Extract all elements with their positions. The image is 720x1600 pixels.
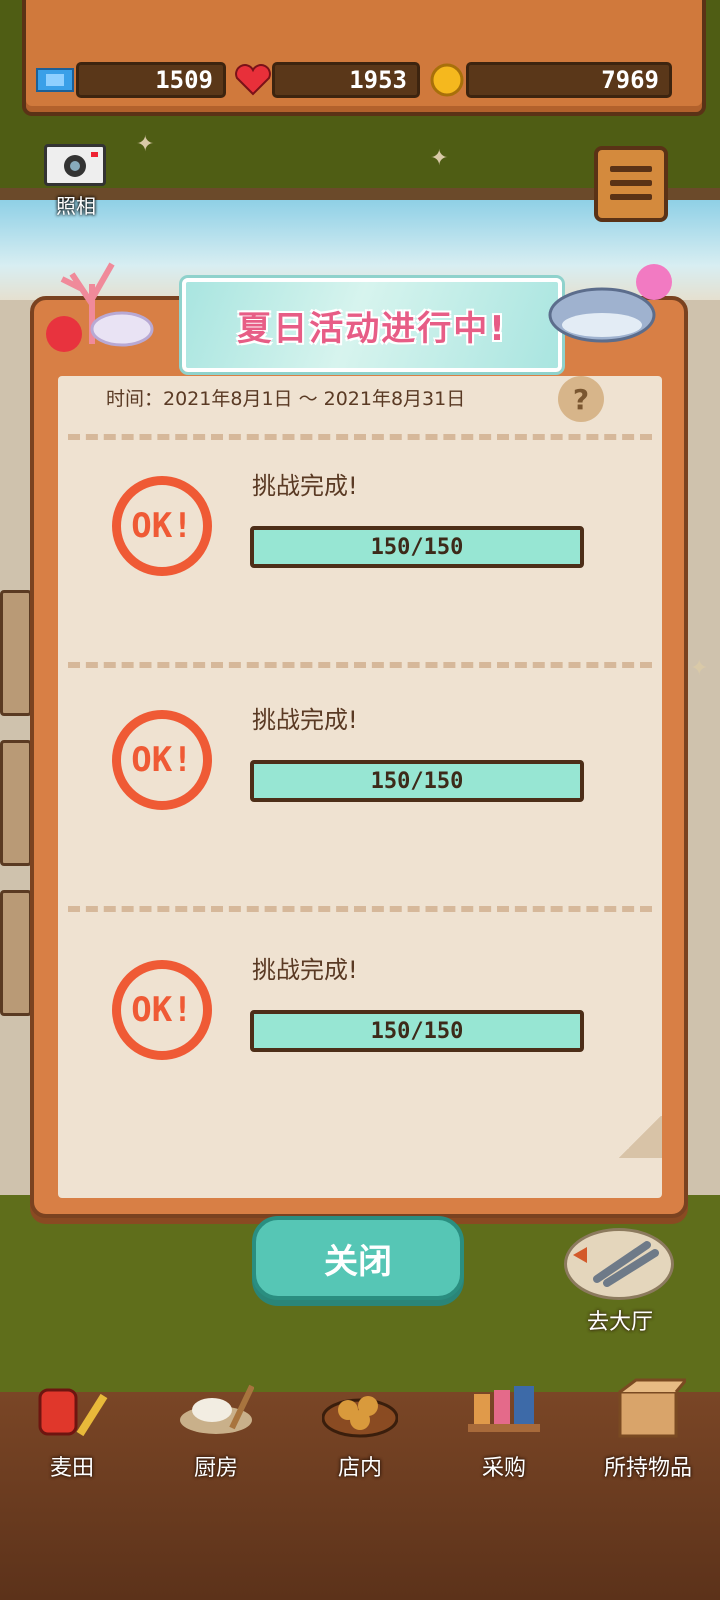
resource-bar <box>22 0 706 116</box>
divider <box>68 906 652 912</box>
ok-stamp-icon: OK! <box>112 476 212 576</box>
bottom-navigation: 麦田 厨房 店内 采购 所持物品 <box>0 1378 720 1600</box>
challenge-label: 挑战完成! <box>252 472 358 500</box>
box-icon <box>610 1376 690 1440</box>
dough-icon <box>178 1376 255 1440</box>
shop-shelf-icon <box>466 1376 542 1440</box>
coin-icon <box>428 63 466 97</box>
divider <box>68 662 652 668</box>
tongs-icon <box>564 1228 674 1300</box>
nav-item-wheat-field[interactable]: 麦田 <box>0 1388 144 1512</box>
coral-shell-decoration-icon <box>42 244 162 354</box>
camera-icon <box>44 144 106 186</box>
heart-icon <box>234 64 272 96</box>
nav-label: 厨房 <box>193 1456 238 1481</box>
go-to-hall-label: 去大厅 <box>586 1310 653 1335</box>
nav-label: 店内 <box>337 1456 382 1481</box>
heart-count: 1953 <box>272 62 420 98</box>
coin-count: 7969 <box>466 62 672 98</box>
sparkle-icon: ✦ <box>690 656 709 681</box>
ok-stamp-icon: OK! <box>112 960 212 1060</box>
paper-fold <box>618 1116 662 1158</box>
sparkle-icon: ✦ <box>136 132 155 157</box>
challenge-progress: 150/150 <box>250 760 584 802</box>
wheat-sack-icon <box>34 1376 110 1440</box>
sparkle-icon: ✦ <box>430 146 449 171</box>
menu-icon <box>610 166 652 172</box>
nav-label: 所持物品 <box>603 1456 692 1481</box>
nav-label: 麦田 <box>49 1456 94 1481</box>
event-title: 夏日活动进行中! <box>237 308 507 349</box>
close-button[interactable]: 关闭 <box>252 1216 464 1300</box>
divider <box>68 434 652 440</box>
bread-tray-icon <box>321 1376 399 1440</box>
help-button[interactable]: ? <box>558 376 604 422</box>
shop-shelf <box>0 590 32 716</box>
go-to-hall-button[interactable]: 去大厅 <box>560 1228 680 1338</box>
challenge-label: 挑战完成! <box>252 956 358 984</box>
nav-item-kitchen[interactable]: 厨房 <box>144 1384 288 1512</box>
event-paper: 时间：2021年8月1日 ～ 2021年8月31日 ? OK! 挑战完成! 15… <box>58 376 662 1198</box>
event-date: 时间：2021年8月1日 ～ 2021年8月31日 <box>106 388 466 410</box>
challenge-row: OK! 挑战完成! 150/150 <box>58 930 662 1160</box>
challenge-row: OK! 挑战完成! 150/150 <box>58 680 662 910</box>
challenge-progress: 150/150 <box>250 526 584 568</box>
camera-label: 照相 <box>56 194 96 218</box>
shop-shelf <box>0 740 32 866</box>
challenge-label: 挑战完成! <box>252 706 358 734</box>
nav-item-inventory[interactable]: 所持物品 <box>576 1378 720 1512</box>
menu-button[interactable] <box>594 146 668 222</box>
whale-decoration-icon <box>542 260 682 350</box>
camera-button[interactable]: 照相 <box>40 144 112 218</box>
nav-item-purchase[interactable]: 采购 <box>432 1386 576 1512</box>
nav-item-store[interactable]: 店内 <box>288 1396 432 1512</box>
challenge-row: OK! 挑战完成! 150/150 <box>58 446 662 676</box>
shop-shelf <box>0 890 32 1016</box>
ticket-count: 1509 <box>76 62 226 98</box>
challenge-progress: 150/150 <box>250 1010 584 1052</box>
event-title-banner: 夏日活动进行中! <box>182 278 562 372</box>
event-panel: 时间：2021年8月1日 ～ 2021年8月31日 ? OK! 挑战完成! 15… <box>30 262 688 1218</box>
ok-stamp-icon: OK! <box>112 710 212 810</box>
nav-label: 采购 <box>481 1456 526 1481</box>
ticket-icon <box>36 64 74 96</box>
